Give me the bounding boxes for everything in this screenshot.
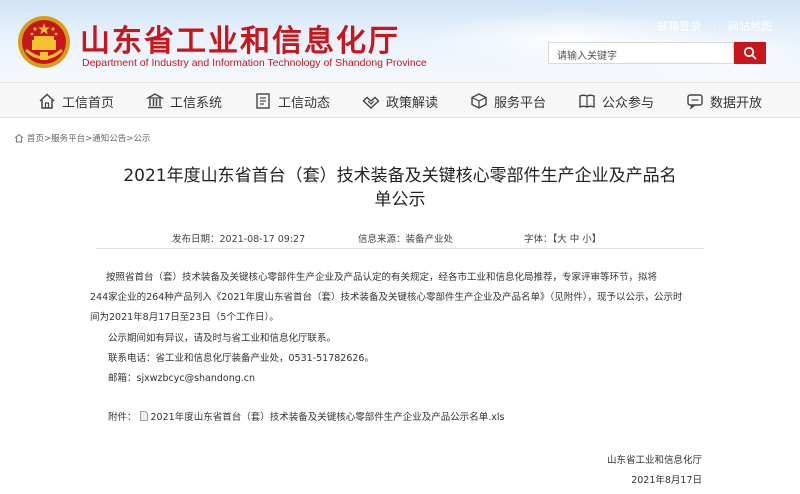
nav-item-label: 公众参与: [602, 95, 655, 111]
contact-phone: 联系电话：省工业和信息化厅装备产业处，0531-51782626。: [108, 353, 374, 364]
national-emblem-icon: [18, 16, 70, 68]
contact-email: 邮箱：sjxwzbcyc@shandong.cn: [108, 373, 256, 384]
link-separator: |: [712, 20, 717, 33]
nav-item-service[interactable]: 服务平台: [470, 83, 546, 119]
book-icon: [579, 94, 595, 109]
chat-icon: [687, 94, 703, 110]
paragraph-line: 按照省首台（套）技术装备及关键核心零部件生产企业及产品认定的有关规定，经各市工业…: [106, 272, 658, 283]
sign-date: 2021年8月17日: [631, 475, 702, 486]
publish-date: 发布日期：2021-08-17 09:27: [172, 234, 306, 245]
document-icon: [256, 93, 270, 109]
attachment: 附件： 2021年度山东省首台（套）技术装备及关键核心零部件生产企业及产品公示名…: [108, 409, 504, 423]
article-paragraph: 按照省首台（套）技术装备及关键核心零部件生产企业及产品认定的有关规定，经各市工业…: [90, 268, 720, 328]
breadcrumb: 首页>服务平台>通知公告>公示: [14, 132, 150, 144]
nav-item-public[interactable]: 公众参与: [578, 83, 654, 119]
divider: [96, 248, 704, 249]
article-title: 2021年度山东省首台（套）技术装备及关键核心零部件生产企业及产品名 单公示: [80, 164, 720, 212]
article-title-line: 2021年度山东省首台（套）技术装备及关键核心零部件生产企业及产品名: [123, 166, 677, 186]
breadcrumb-path[interactable]: 首页>服务平台>通知公告>公示: [27, 132, 150, 144]
nav-item-label: 工信系统: [170, 95, 223, 111]
building-icon: [146, 93, 164, 109]
nav-item-data[interactable]: 数据开放: [686, 83, 762, 119]
paragraph-line: 间为2021年8月17日至23日（5个工作日）。: [90, 312, 279, 323]
home-icon: [39, 93, 55, 109]
nav-item-label: 数据开放: [710, 95, 763, 111]
search-input[interactable]: 请输入关键字: [548, 42, 734, 64]
site-subtitle: Department of Industry and Information T…: [82, 57, 427, 69]
font-size-control[interactable]: 字体：【大 中 小】: [524, 231, 601, 245]
top-links: 邮箱登录 | 网站地图: [649, 18, 772, 34]
article-title-line: 单公示: [374, 190, 426, 210]
attachment-label: 附件：: [108, 412, 137, 423]
search-icon: [743, 46, 757, 60]
nav-item-policy[interactable]: 政策解读: [362, 83, 438, 119]
handshake-icon: [362, 96, 380, 109]
nav-item-system[interactable]: 工信系统: [146, 83, 222, 119]
main-nav: 工信首页 工信系统 工信动态 政策解读 服务平台 公众参与 数据开放: [0, 82, 800, 118]
nav-item-label: 工信首页: [62, 95, 115, 111]
info-source: 信息来源：装备产业处: [358, 234, 454, 245]
paragraph-line: 244家企业的264种产品列入《2021年度山东省首台（套）技术装备及关键核心零…: [90, 292, 683, 303]
attachment-link[interactable]: 2021年度山东省首台（套）技术装备及关键核心零部件生产企业及产品公示名单.xl…: [151, 409, 505, 423]
signature: 山东省工业和信息化厅: [606, 455, 702, 466]
breadcrumb-home-icon: [14, 133, 24, 143]
nav-item-news[interactable]: 工信动态: [254, 83, 330, 119]
search-button[interactable]: [734, 42, 766, 64]
nav-item-label: 工信动态: [278, 95, 331, 111]
nav-item-home[interactable]: 工信首页: [38, 83, 114, 119]
file-icon: [139, 411, 148, 421]
sitemap-link[interactable]: 网站地图: [728, 20, 772, 33]
mail-login-link[interactable]: 邮箱登录: [657, 20, 701, 33]
objection-notice: 公示期间如有异议，请及时与省工业和信息化厅联系。: [108, 333, 337, 344]
site-title: 山东省工业和信息化厅: [80, 24, 400, 59]
nav-item-label: 服务平台: [494, 95, 547, 111]
nav-item-label: 政策解读: [386, 95, 439, 111]
cube-icon: [471, 93, 487, 109]
site-header: 山东省工业和信息化厅 Department of Industry and In…: [0, 0, 800, 82]
